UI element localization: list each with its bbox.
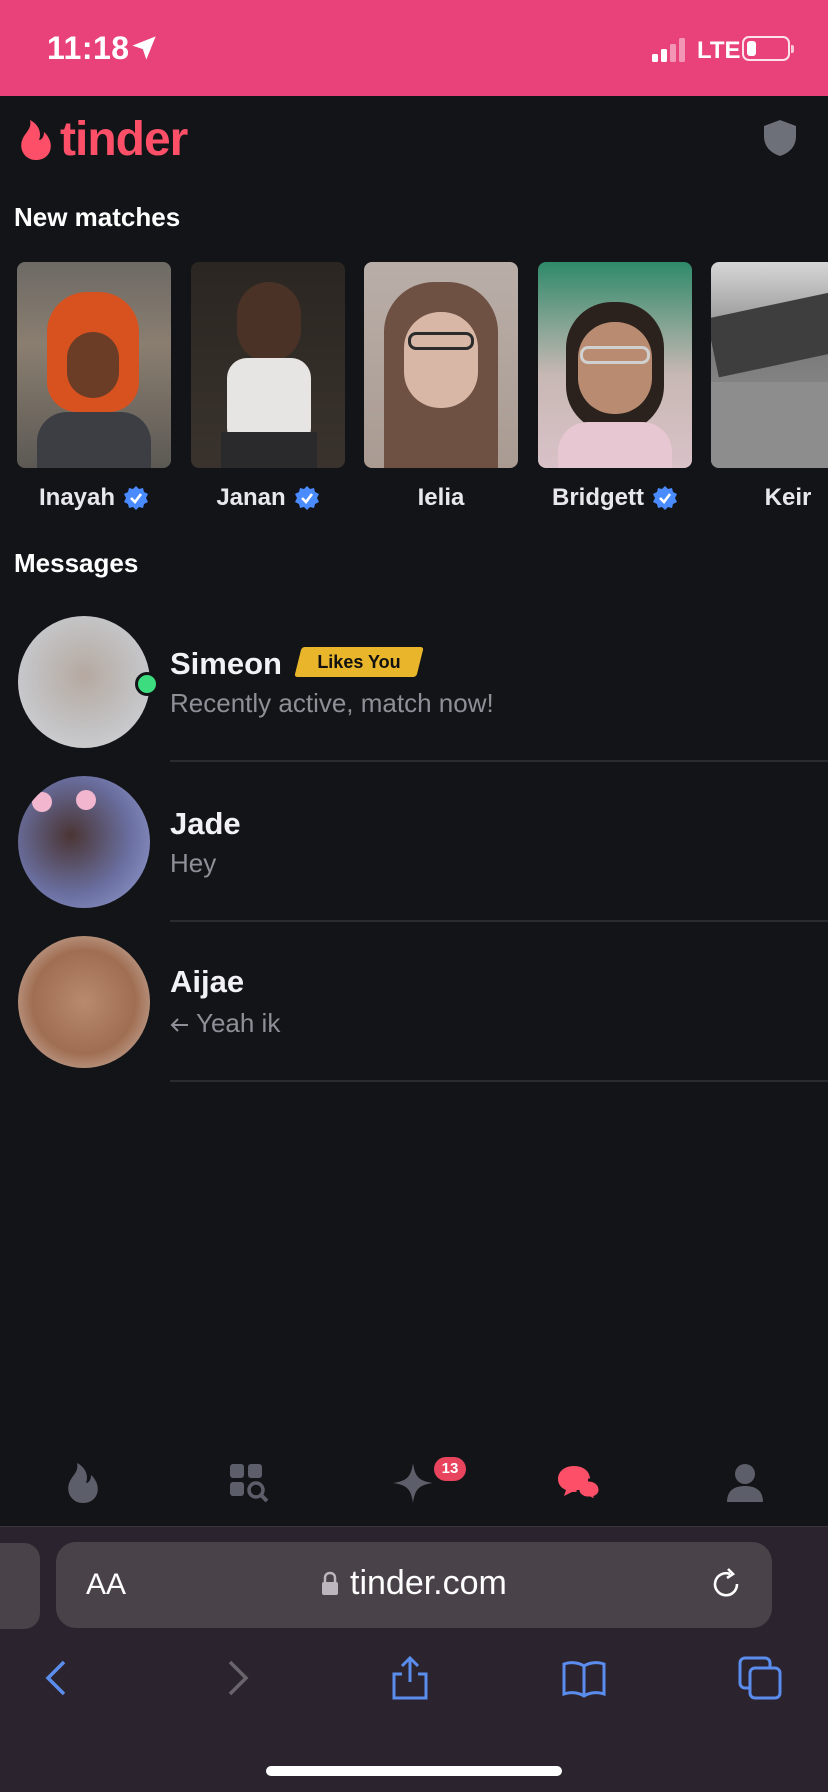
network-type: LTE	[697, 37, 741, 64]
signal-icon	[652, 38, 688, 62]
tab-explore[interactable]	[216, 1440, 282, 1526]
url-text: tinder.com	[350, 1564, 507, 1602]
gold-spark-icon	[393, 1463, 433, 1503]
status-time: 11:18	[47, 30, 130, 66]
back-icon[interactable]	[34, 1654, 82, 1702]
match-photo	[191, 262, 345, 468]
bottom-tab-bar	[0, 1440, 828, 1526]
aa-label: AA	[86, 1568, 127, 1601]
tabs-icon[interactable]	[736, 1654, 784, 1702]
home-indicator[interactable]	[266, 1766, 562, 1776]
battery-icon	[742, 36, 794, 61]
new-matches-title: New matches	[14, 202, 181, 232]
location-arrow-icon	[132, 36, 156, 60]
likes-you-badge: Likes You	[294, 647, 424, 677]
message-name: Simeon	[170, 646, 282, 681]
new-matches-carousel[interactable]: Inayah Janan Ielia Bridgett Keir	[0, 262, 828, 522]
profile-icon	[727, 1464, 763, 1502]
forward-icon[interactable]	[212, 1654, 260, 1702]
avatar	[18, 776, 150, 908]
match-card-janan[interactable]: Janan	[191, 262, 345, 511]
match-name-row: Keir	[711, 484, 828, 512]
match-name: Janan	[216, 484, 286, 511]
match-card-bridgett[interactable]: Bridgett	[538, 262, 692, 511]
message-row-jade[interactable]: Jade Hey	[0, 762, 828, 922]
reload-icon[interactable]	[708, 1566, 744, 1602]
previous-tab-preview[interactable]	[0, 1543, 40, 1629]
verified-badge-icon	[653, 486, 677, 510]
verified-badge-icon	[124, 486, 149, 510]
explore-icon	[230, 1464, 269, 1503]
bookmarks-icon[interactable]	[560, 1654, 608, 1702]
tinder-logo: tinder	[18, 112, 188, 167]
message-name: Jade	[170, 806, 241, 841]
message-preview: Recently active, match now!	[170, 688, 494, 718]
reply-arrow-icon	[170, 1017, 188, 1032]
match-name: Keir	[764, 484, 812, 511]
divider	[170, 1080, 828, 1082]
match-card-inayah[interactable]: Inayah	[17, 262, 171, 511]
share-icon[interactable]	[386, 1654, 434, 1702]
message-name: Aijae	[170, 964, 245, 999]
match-photo	[17, 262, 171, 468]
verified-badge-icon	[294, 486, 319, 510]
message-preview: Hey	[170, 848, 217, 878]
url-display[interactable]: tinder.com	[320, 1564, 507, 1603]
status-bar: 11:18 LTE	[0, 0, 828, 96]
flame-logo-icon	[21, 119, 51, 160]
match-card-ielia[interactable]: Ielia	[364, 262, 518, 511]
online-indicator	[135, 672, 159, 696]
message-row-aijae[interactable]: Aijae Yeah ik	[0, 922, 828, 1082]
messages-title: Messages	[14, 548, 139, 578]
match-name: Inayah	[38, 484, 116, 511]
match-card-keir[interactable]: Keir	[711, 262, 828, 511]
lock-icon	[322, 1571, 338, 1595]
match-photo	[364, 262, 518, 468]
tab-swipe[interactable]	[50, 1440, 116, 1526]
flame-icon	[68, 1463, 98, 1503]
match-photo	[711, 262, 828, 468]
reader-aa-button[interactable]: AA	[86, 1568, 126, 1602]
avatar	[18, 936, 150, 1068]
message-preview: Yeah ik	[196, 1008, 281, 1038]
tab-gold[interactable]	[380, 1440, 446, 1526]
message-preview-row: Yeah ik	[170, 1008, 280, 1039]
avatar	[18, 616, 150, 748]
match-name: Ielia	[417, 484, 465, 511]
match-name: Bridgett	[552, 484, 644, 511]
safety-shield-icon[interactable]	[762, 118, 798, 158]
gold-count-badge: 13	[434, 1457, 466, 1481]
tab-chat[interactable]	[546, 1440, 612, 1526]
chat-icon	[558, 1466, 602, 1502]
match-name-row: Janan	[191, 484, 345, 512]
match-photo	[538, 262, 692, 468]
tab-profile[interactable]	[712, 1440, 778, 1526]
match-name-row: Inayah	[17, 484, 171, 512]
match-name-row: Ielia	[364, 484, 518, 512]
likes-you-label: Likes You	[317, 652, 401, 672]
match-name-row: Bridgett	[538, 484, 692, 512]
message-row-simeon[interactable]: Simeon Likes You Recently active, match …	[0, 602, 828, 762]
brand-name: tinder	[60, 113, 188, 166]
